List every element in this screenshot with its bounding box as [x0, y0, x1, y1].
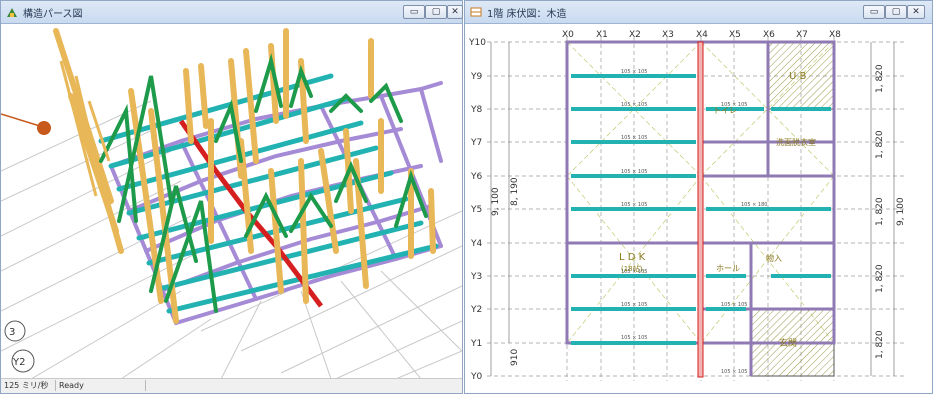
plan-maximize-button[interactable]: ▢ — [885, 5, 907, 19]
dim-right-5: 1, 820 — [875, 330, 885, 359]
room-wash: 洗面脱衣室 — [776, 137, 816, 147]
room-ldk-sub: (18帖) — [621, 264, 643, 273]
svg-text:105 × 105: 105 × 105 — [621, 69, 647, 75]
dim-right-4: 1, 820 — [875, 264, 885, 293]
axis-marker-label-y2: Y2 — [12, 357, 25, 368]
left-dimension-labels: 8, 190 9, 100 910 — [491, 177, 520, 366]
status-scale: 125 ミリ/秒 — [1, 380, 56, 391]
y-axis-9: Y9 — [470, 72, 482, 82]
y-axis-2: Y2 — [470, 305, 482, 315]
perspective-statusbar: 125 ミリ/秒 Ready — [1, 378, 462, 393]
grid-lines — [487, 37, 906, 381]
structure-3d-view[interactable]: 3 Y2 — [1, 23, 462, 379]
x-axis-2: X2 — [629, 30, 641, 40]
x-axis-3: X3 — [662, 30, 674, 40]
x-axis-5: X5 — [729, 30, 741, 40]
y-axis-7: Y7 — [470, 138, 482, 148]
perspective-title: 構造パース図 — [23, 9, 83, 20]
room-ldk: L D K — [619, 252, 646, 263]
room-entrance: 玄関 — [779, 337, 797, 349]
y-axis-4: Y4 — [470, 239, 482, 249]
room-hall: ホール — [716, 264, 740, 273]
x-axis-7: X7 — [796, 30, 808, 40]
dim-right-1: 1, 820 — [875, 64, 885, 93]
axis-marker-label-3: 3 — [9, 327, 15, 338]
dim-right-3: 1, 820 — [875, 197, 885, 226]
close-button[interactable]: ✕ — [447, 5, 463, 19]
y-axis-8: Y8 — [470, 105, 482, 115]
svg-text:105 × 105: 105 × 105 — [621, 102, 647, 108]
floor-plan-view[interactable]: 105 × 105 105 × 105 105 × 105 105 × 105 … — [465, 23, 932, 393]
callout-line — [1, 113, 44, 128]
y-axis-10: Y10 — [468, 38, 486, 48]
right-dimension-labels: 1, 820 1, 820 1, 820 1, 820 1, 820 9, 10… — [875, 64, 906, 359]
status-ready: Ready — [56, 380, 146, 391]
floor-plan-title: 1階 床伏図：木造 — [487, 9, 567, 20]
room-storage: 物入 — [766, 253, 782, 263]
plan-minimize-button[interactable]: ▭ — [863, 5, 885, 19]
x-axis-labels: X0 X1 X2 X3 X4 X5 X6 X7 X8 — [562, 30, 841, 40]
x-axis-4: X4 — [696, 30, 708, 40]
perspective-window: 構造パース図 ▭ ▢ ✕ 3 Y2 125 ミリ/秒 Ready — [0, 0, 463, 394]
svg-text:105 × 105: 105 × 105 — [621, 202, 647, 208]
dim-right-total: 9, 100 — [896, 197, 906, 226]
y-axis-0: Y0 — [470, 372, 482, 382]
svg-text:105 × 105: 105 × 105 — [721, 369, 747, 375]
svg-text:105 × 180: 105 × 180 — [741, 202, 767, 208]
joist-labels: 105 × 105 105 × 105 105 × 105 105 × 105 … — [621, 69, 767, 375]
room-ub: U B — [789, 71, 806, 82]
svg-text:105 × 105: 105 × 105 — [621, 335, 647, 341]
plan-close-button[interactable]: ✕ — [907, 5, 925, 19]
maximize-button[interactable]: ▢ — [425, 5, 447, 19]
dim-left-9100: 9, 100 — [491, 187, 501, 216]
plan-red-beam — [697, 41, 704, 378]
x-axis-8: X8 — [829, 30, 841, 40]
y-axis-6: Y6 — [470, 172, 482, 182]
y-axis-1: Y1 — [470, 339, 482, 349]
minimize-button[interactable]: ▭ — [403, 5, 425, 19]
app-icon — [7, 8, 17, 17]
room-toilet: トイレ — [713, 106, 737, 115]
floor-plan-titlebar[interactable]: 1階 床伏図：木造 ▭ ▢ ✕ — [465, 1, 932, 24]
callout-dot — [37, 121, 51, 135]
svg-text:105 × 105: 105 × 105 — [621, 135, 647, 141]
svg-text:105 × 105: 105 × 105 — [621, 302, 647, 308]
x-axis-0: X0 — [562, 30, 574, 40]
x-axis-1: X1 — [596, 30, 608, 40]
plan-icon — [470, 7, 482, 17]
floor-plan-window: 1階 床伏図：木造 ▭ ▢ ✕ 105 × 105 105 × 105 105 … — [464, 0, 933, 394]
svg-text:105 × 105: 105 × 105 — [621, 169, 647, 175]
svg-text:105 × 105: 105 × 105 — [721, 302, 747, 308]
y-axis-labels: Y10 Y9 Y8 Y7 Y6 Y5 Y4 Y3 Y2 Y1 Y0 — [468, 38, 486, 382]
dim-right-2: 1, 820 — [875, 130, 885, 159]
perspective-titlebar[interactable]: 構造パース図 ▭ ▢ ✕ — [1, 1, 463, 24]
y-axis-3: Y3 — [470, 272, 482, 282]
x-axis-6: X6 — [763, 30, 775, 40]
y-axis-5: Y5 — [470, 205, 482, 215]
dim-left-8190: 8, 190 — [510, 177, 520, 206]
dim-left-910: 910 — [510, 349, 520, 366]
